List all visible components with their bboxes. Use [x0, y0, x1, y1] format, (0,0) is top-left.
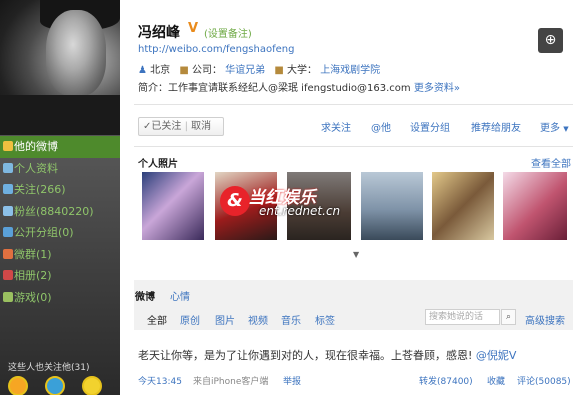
action-bar: ✓已关注 | 取消 求关注 @他 设置分组 推荐给朋友 更多 ▼ [138, 117, 573, 137]
game-icon [3, 291, 13, 302]
profile-intro: 简介：工作事宜请联系经纪人@梁珉 ifengstudio@163.com 更多资… [138, 83, 460, 94]
profile-icon [3, 162, 13, 173]
community-icon [3, 248, 13, 259]
filter-videos[interactable]: 视频 [248, 312, 268, 327]
university-link[interactable]: 上海戏剧学院 [320, 65, 380, 76]
cancel-follow-link[interactable]: 取消 [191, 121, 211, 132]
divider [134, 104, 573, 105]
see-all-link[interactable]: 查看全部 [531, 155, 571, 170]
profile-url[interactable]: http://weibo.com/fengshaofeng [138, 44, 294, 55]
chevron-down-icon: ▼ [563, 125, 569, 133]
feed-search-input[interactable]: 搜索她说的话 [425, 309, 500, 325]
photo-thumbnail[interactable] [361, 172, 423, 240]
also-following-title: 这些人也关注他(31) [8, 363, 90, 373]
mention-link[interactable]: @倪妮V [476, 349, 517, 362]
sidebar-item-community[interactable]: 微群(1) [0, 244, 120, 266]
favorite-link[interactable]: 收藏 [487, 374, 505, 387]
post-text: 老天让你等，是为了让你遇到对的人，现在很幸福。上苍眷顾，感恩! @倪妮V [138, 349, 517, 362]
sidebar-item-groups[interactable]: 公开分组(0) [0, 222, 120, 244]
sidebar-menu: 他的微博 个人资料 关注(266) 粉丝(8840220) 公开分组(0) 微群… [0, 136, 120, 308]
photo-thumbnail[interactable] [432, 172, 494, 240]
sidebar-item-album[interactable]: 相册(2) [0, 265, 120, 287]
filter-music[interactable]: 音乐 [281, 312, 301, 327]
recommend-button[interactable]: 推荐给朋友 [471, 119, 521, 134]
filter-all[interactable]: 全部 [147, 312, 167, 327]
filter-original[interactable]: 原创 [180, 312, 200, 327]
follow-icon [3, 184, 13, 194]
comment-link[interactable]: 评论(50085) [517, 374, 571, 387]
school-icon: ■ [274, 65, 284, 76]
group-icon [3, 227, 13, 237]
sidebar-item-games[interactable]: 游戏(0) [0, 287, 120, 309]
profile-name: 冯绍峰 [138, 25, 180, 41]
photos-title: 个人照片 [138, 159, 178, 170]
tab-mood[interactable]: 心情 [170, 288, 190, 303]
zoom-in-icon[interactable]: ⊕ [538, 28, 563, 53]
sidebar-item-weibo[interactable]: 他的微博 [0, 136, 120, 158]
expand-photos-icon[interactable]: ▼ [353, 250, 359, 259]
mention-button[interactable]: @他 [371, 119, 391, 134]
more-info-link[interactable]: 更多资料» [414, 83, 460, 94]
tab-weibo[interactable]: 微博 [135, 288, 155, 303]
filter-tags[interactable]: 标签 [315, 312, 335, 327]
profile-photo[interactable] [0, 0, 120, 135]
photo-thumbnail[interactable] [503, 172, 567, 240]
photo-thumbnail[interactable] [142, 172, 204, 240]
filter-images[interactable]: 图片 [215, 312, 235, 327]
sidebar-item-fans[interactable]: 粉丝(8840220) [0, 201, 120, 223]
ask-follow-button[interactable]: 求关注 [321, 119, 351, 134]
main-content: 冯绍峰 V (设置备注) ⊕ http://weibo.com/fengshao… [121, 0, 573, 395]
avatar[interactable] [45, 376, 66, 395]
post-source: 来自iPhone客户端 [193, 377, 269, 387]
search-icon[interactable]: ⌕ [501, 309, 516, 325]
post-time[interactable]: 今天13:45 [138, 374, 182, 387]
repost-link[interactable]: 转发(87400) [419, 374, 473, 387]
company-link[interactable]: 华谊兄弟 [225, 65, 265, 76]
advanced-search-link[interactable]: 高级搜索 [525, 312, 565, 327]
more-button[interactable]: 更多 ▼ [540, 119, 569, 134]
avatar[interactable] [8, 376, 28, 395]
avatar[interactable] [82, 376, 103, 395]
followed-button[interactable]: ✓已关注 | 取消 [138, 117, 224, 136]
sidebar-item-profile[interactable]: 个人资料 [0, 158, 120, 180]
report-link[interactable]: 举报 [283, 374, 301, 387]
location: 北京 [150, 65, 171, 76]
set-remark-link[interactable]: (设置备注) [204, 25, 252, 40]
verified-icon[interactable]: V [188, 21, 198, 36]
watermark-logo-icon: & [220, 186, 250, 216]
fans-icon [3, 205, 13, 216]
home-icon [3, 141, 13, 151]
sidebar-item-following[interactable]: 关注(266) [0, 179, 120, 201]
set-group-button[interactable]: 设置分组 [410, 119, 450, 134]
watermark-url: ent.rednet.cn [259, 204, 341, 218]
album-icon [3, 270, 13, 280]
profile-info: ♟ 北京 ■ 公司： 华谊兄弟 ■ 大学： 上海戏剧学院 [138, 65, 381, 76]
briefcase-icon: ■ [179, 65, 189, 76]
follower-avatars [8, 376, 116, 395]
user-icon: ♟ [138, 65, 147, 76]
left-sidebar: 他的微博 个人资料 关注(266) 粉丝(8840220) 公开分组(0) 微群… [0, 0, 120, 395]
divider [134, 146, 573, 147]
